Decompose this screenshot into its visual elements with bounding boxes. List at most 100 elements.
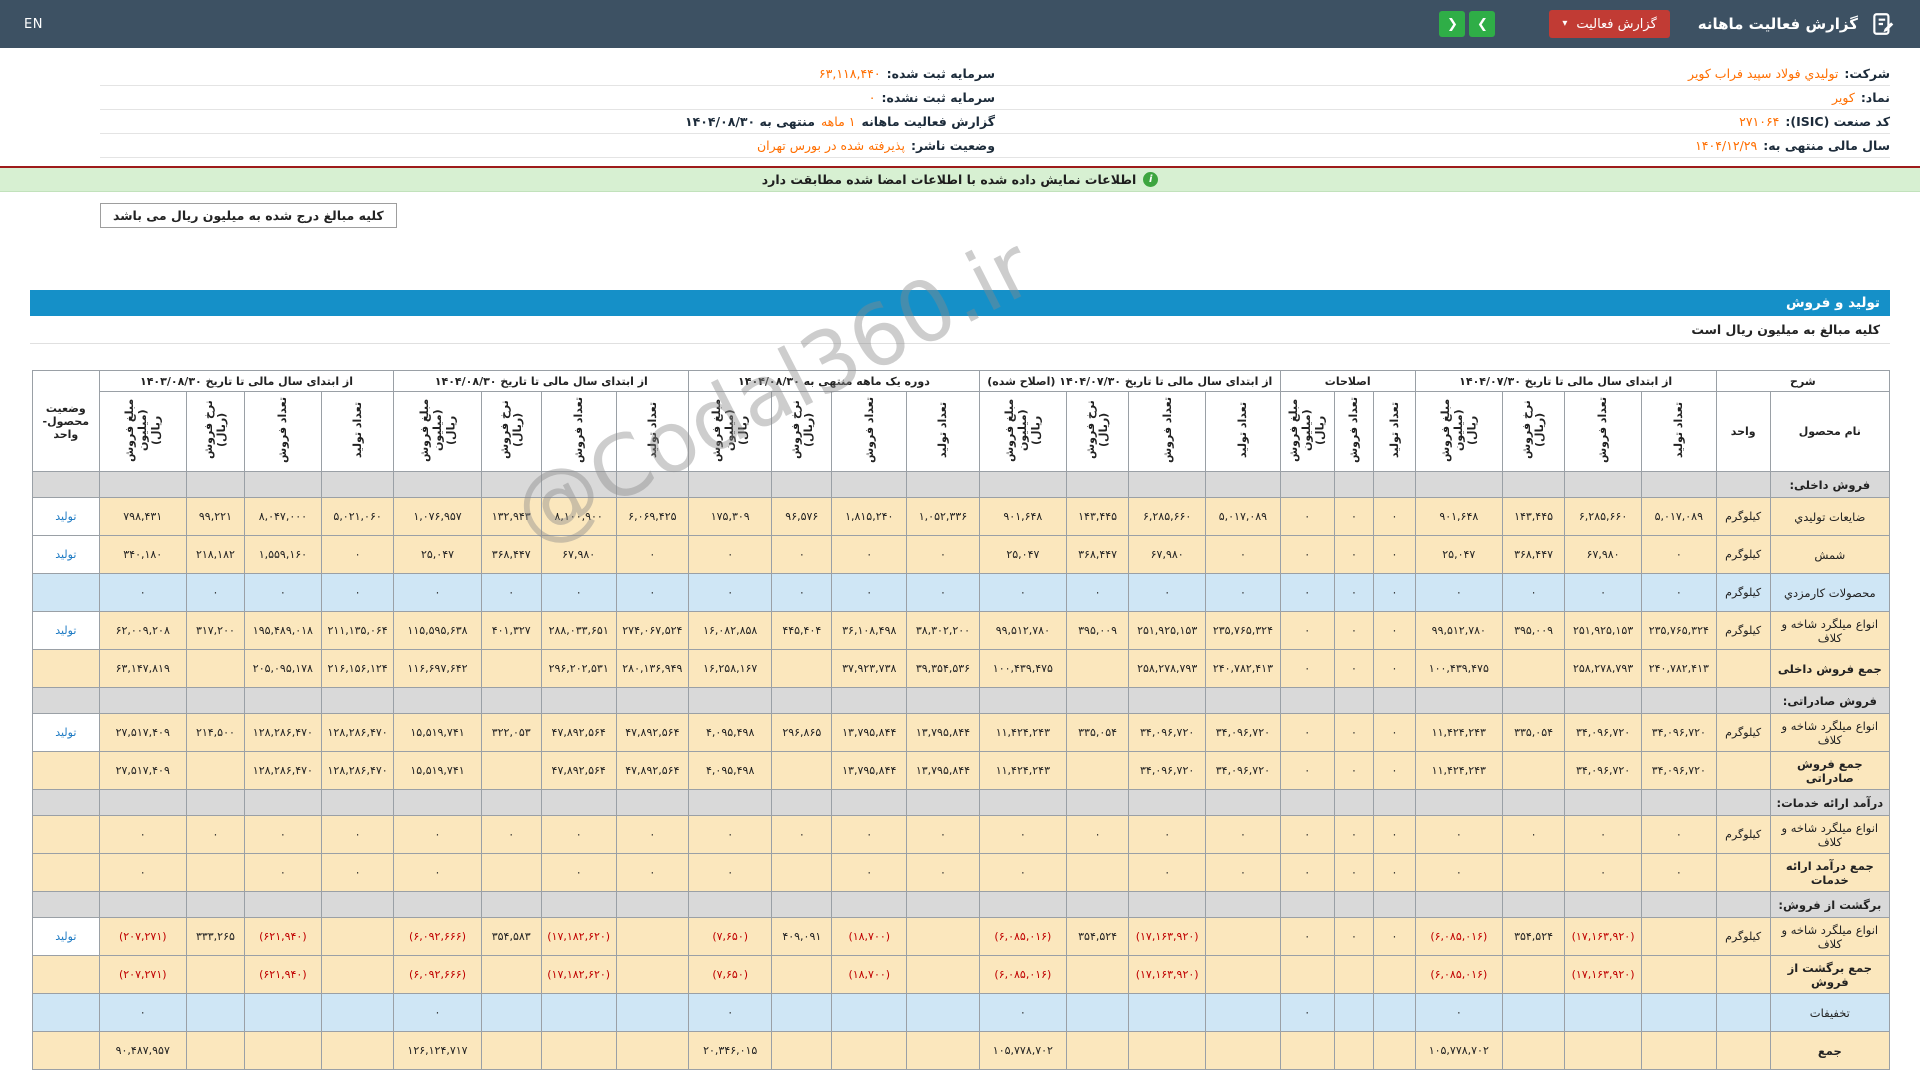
value-cell: ۰: [1279, 535, 1335, 574]
value-cell: ۰: [1333, 573, 1375, 612]
value-cell: (۶,۰۸۵,۰۱۶): [978, 955, 1067, 994]
value-cell: ۴۷,۸۹۲,۵۶۴: [615, 713, 690, 752]
empty-cell: [98, 471, 187, 498]
value-cell: [1501, 1031, 1566, 1070]
value-cell: ۰: [1373, 535, 1416, 574]
value-cell: ۰: [1333, 611, 1375, 650]
empty-cell: [906, 891, 980, 918]
value-cell: ۲۳۵,۷۶۵,۳۲۴: [1205, 611, 1281, 650]
table-container: شرح از ابتدای سال مالی تا تاریخ ۱۴۰۴/۰۷/۳…: [30, 370, 1891, 1070]
table-row: جمع فروش داخلی ۲۴۰,۷۸۲,۴۱۳ ۲۵۸,۲۷۸,۷۹۳ ۱۰۰,…: [32, 649, 1891, 688]
value-cell: ۱۱,۴۲۴,۲۴۳: [978, 713, 1067, 752]
value-cell: ۰: [1128, 573, 1207, 612]
column-header: تعداد تولید: [1205, 391, 1281, 472]
empty-cell: [540, 891, 617, 918]
product-name-cell: انواع میلگرد شاخه و کلاف: [1769, 713, 1891, 752]
value-cell: ۲۱۶,۱۵۶,۱۲۴: [320, 649, 395, 688]
amounts-note: کلیه مبالغ درج شده به میلیون ریال می باش…: [100, 203, 397, 228]
language-toggle[interactable]: EN: [24, 17, 43, 32]
empty-cell: [1373, 687, 1416, 714]
value-cell: ۳۵۴,۵۸۳: [480, 917, 542, 956]
product-status-cell: تولید: [32, 497, 100, 536]
value-cell: ۱۱۶,۶۹۷,۶۴۲: [393, 649, 482, 688]
empty-cell: [906, 687, 980, 714]
value-cell: ۸,۱۰۰,۹۰۰: [540, 497, 617, 536]
value-cell: (۱۷,۱۸۲,۶۲۰): [540, 955, 617, 994]
column-header: مبلغ فروش (میلیون ریال): [1414, 391, 1503, 472]
value-cell: ۱,۸۱۵,۲۴۰: [831, 497, 908, 536]
empty-cell: [540, 471, 617, 498]
value-cell: ۴۰۱,۳۲۷: [480, 611, 542, 650]
table-row: فروش داخلی:: [32, 471, 1891, 498]
empty-cell: [1564, 789, 1642, 816]
value-cell: ۱۹۵,۴۸۹,۰۱۸: [243, 611, 322, 650]
value-cell: ۲۰,۳۴۶,۰۱۵: [688, 1031, 773, 1070]
fiscal-year-label: سال مالی منتهی به:: [1763, 138, 1890, 153]
value-cell: ۸,۰۴۷,۰۰۰: [243, 497, 322, 536]
empty-cell: [771, 891, 833, 918]
value-cell: ۰: [688, 815, 773, 854]
value-cell: ۶۷,۹۸۰: [1564, 535, 1642, 574]
value-cell: ۰: [1279, 649, 1335, 688]
value-cell: ۰: [98, 815, 187, 854]
column-header: تعداد فروش: [243, 391, 322, 472]
value-cell: ۰: [185, 815, 245, 854]
value-cell: ۰: [1333, 917, 1375, 956]
value-cell: ۵,۰۱۷,۰۸۹: [1205, 497, 1281, 536]
value-cell: ۰: [393, 815, 482, 854]
value-cell: ۰: [688, 853, 773, 892]
value-cell: ۱۴۳,۴۴۵: [1065, 497, 1130, 536]
value-cell: ۰: [615, 815, 690, 854]
value-cell: (۱۷,۱۶۳,۹۲۰): [1564, 955, 1642, 994]
value-cell: [771, 853, 833, 892]
product-status-cell: [32, 955, 100, 994]
column-header: نرخ فروش (ریال): [1065, 391, 1130, 472]
product-status-cell: تولید: [32, 611, 100, 650]
section-row-label: فروش صادراتی:: [1769, 687, 1891, 714]
value-cell: ۰: [1128, 853, 1207, 892]
value-cell: ۰: [393, 853, 482, 892]
value-cell: ۰: [98, 573, 187, 612]
value-cell: [906, 917, 980, 956]
value-cell: ۳۴,۰۹۶,۷۲۰: [1128, 713, 1207, 752]
column-header: تعداد فروش: [540, 391, 617, 472]
value-cell: ۹۰,۴۸۷,۹۵۷: [98, 1031, 187, 1070]
isic-value: ۲۷۱۰۶۴: [1739, 114, 1780, 129]
value-cell: [480, 649, 542, 688]
empty-cell: [1128, 687, 1207, 714]
activity-report-button[interactable]: گزارش فعالیت ▾: [1549, 10, 1670, 38]
column-header: تعداد فروش: [831, 391, 908, 472]
value-cell: ۲۸۸,۰۳۳,۶۵۱: [540, 611, 617, 650]
empty-cell: [1414, 789, 1503, 816]
value-cell: ۰: [185, 573, 245, 612]
value-cell: ۰: [1279, 993, 1335, 1032]
value-cell: ۰: [480, 573, 542, 612]
empty-cell: [1333, 789, 1375, 816]
prev-period-button[interactable]: ❮: [1439, 11, 1466, 37]
value-cell: [615, 917, 690, 956]
value-cell: ۰: [1373, 573, 1416, 612]
value-cell: [1564, 993, 1642, 1032]
value-cell: ۱۲۸,۲۸۶,۴۷۰: [243, 713, 322, 752]
empty-cell: [1279, 891, 1335, 918]
empty-cell: [1333, 471, 1375, 498]
value-cell: [1065, 955, 1130, 994]
next-period-button[interactable]: ❯: [1469, 11, 1496, 37]
unit-cell: [1715, 993, 1771, 1032]
symbol-link[interactable]: کویر: [1832, 90, 1855, 105]
value-cell: ۰: [1373, 649, 1416, 688]
empty-cell: [243, 687, 322, 714]
value-cell: [185, 993, 245, 1032]
value-cell: [771, 993, 833, 1032]
column-header: نرخ فروش (ریال): [480, 391, 542, 472]
product-status-cell: [32, 993, 100, 1032]
symbol-label: نماد:: [1860, 90, 1890, 105]
unit-cell: کیلوگرم: [1715, 611, 1771, 650]
value-cell: (۶,۰۸۵,۰۱۶): [1414, 917, 1503, 956]
value-cell: ۲۵۸,۲۷۸,۷۹۳: [1128, 649, 1207, 688]
empty-cell: [831, 789, 908, 816]
company-name-link[interactable]: تولیدي فولاد سپید فراب کویر: [1688, 66, 1838, 81]
table-row: درآمد ارائه خدمات:: [32, 789, 1891, 816]
signed-info-banner: i اطلاعات نمایش داده شده با اطلاعات امضا…: [0, 168, 1920, 192]
value-cell: ۱۳,۷۹۵,۸۴۴: [906, 713, 980, 752]
